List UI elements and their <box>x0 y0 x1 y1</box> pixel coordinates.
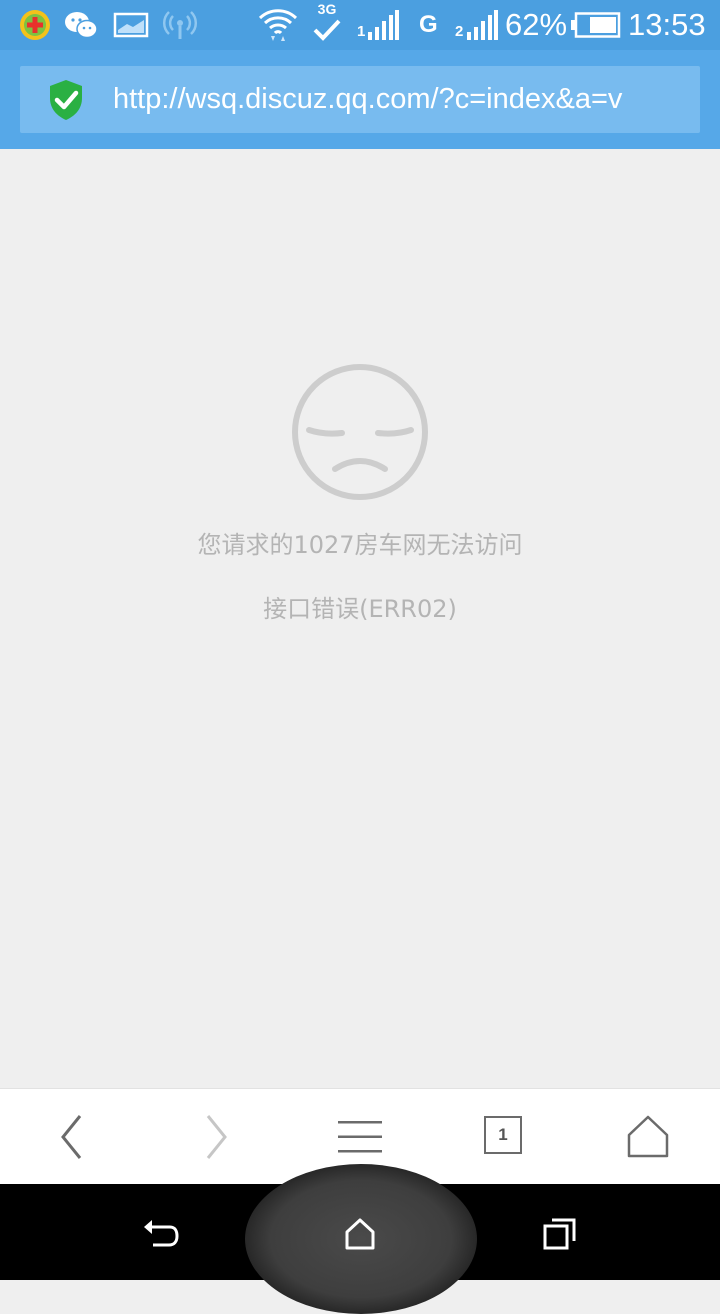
page-content: 您请求的1027房车网无法访问 接口错误(ERR02) <box>0 149 720 1088</box>
android-back-icon[interactable] <box>140 1214 180 1254</box>
error-code: 接口错误(ERR02) <box>263 595 457 623</box>
android-recents-icon[interactable] <box>540 1214 580 1254</box>
sim1-label: 1 <box>357 23 366 40</box>
wifi-icon <box>258 9 298 41</box>
error-message: 您请求的1027房车网无法访问 <box>197 531 523 559</box>
security-shield-icon <box>50 80 82 120</box>
status-bar: 3G 1 G 2 62% 13:53 <box>0 0 720 50</box>
address-bar-area: http://wsq.discuz.qq.com/?c=index&a=v <box>0 50 720 149</box>
signal-1-icon: 1 <box>357 10 399 42</box>
forward-icon[interactable] <box>192 1113 240 1161</box>
system-navigation-bar <box>0 1164 720 1314</box>
wechat-icon <box>65 12 98 39</box>
android-home-icon[interactable] <box>340 1214 380 1254</box>
url-text[interactable]: http://wsq.discuz.qq.com/?c=index&a=v <box>113 66 688 133</box>
screenshot-icon <box>113 12 149 38</box>
360-security-icon <box>20 10 50 40</box>
battery-icon <box>571 12 621 38</box>
signal-2-icon: 2 <box>455 10 499 42</box>
sad-face-icon <box>292 364 428 500</box>
g-signal-icon: G <box>419 11 438 38</box>
battery-percent: 62% <box>505 7 568 42</box>
tabs-icon[interactable]: 1 <box>484 1116 522 1154</box>
sim2-label: 2 <box>455 23 464 40</box>
3g-label: 3G <box>317 1 337 17</box>
home-icon[interactable] <box>624 1113 672 1161</box>
3g-check-icon: 3G <box>312 2 342 46</box>
back-icon[interactable] <box>48 1113 96 1161</box>
address-bar[interactable]: http://wsq.discuz.qq.com/?c=index&a=v <box>20 66 700 133</box>
clock: 13:53 <box>628 7 706 42</box>
menu-icon[interactable] <box>336 1113 384 1161</box>
hotspot-icon <box>162 11 198 39</box>
